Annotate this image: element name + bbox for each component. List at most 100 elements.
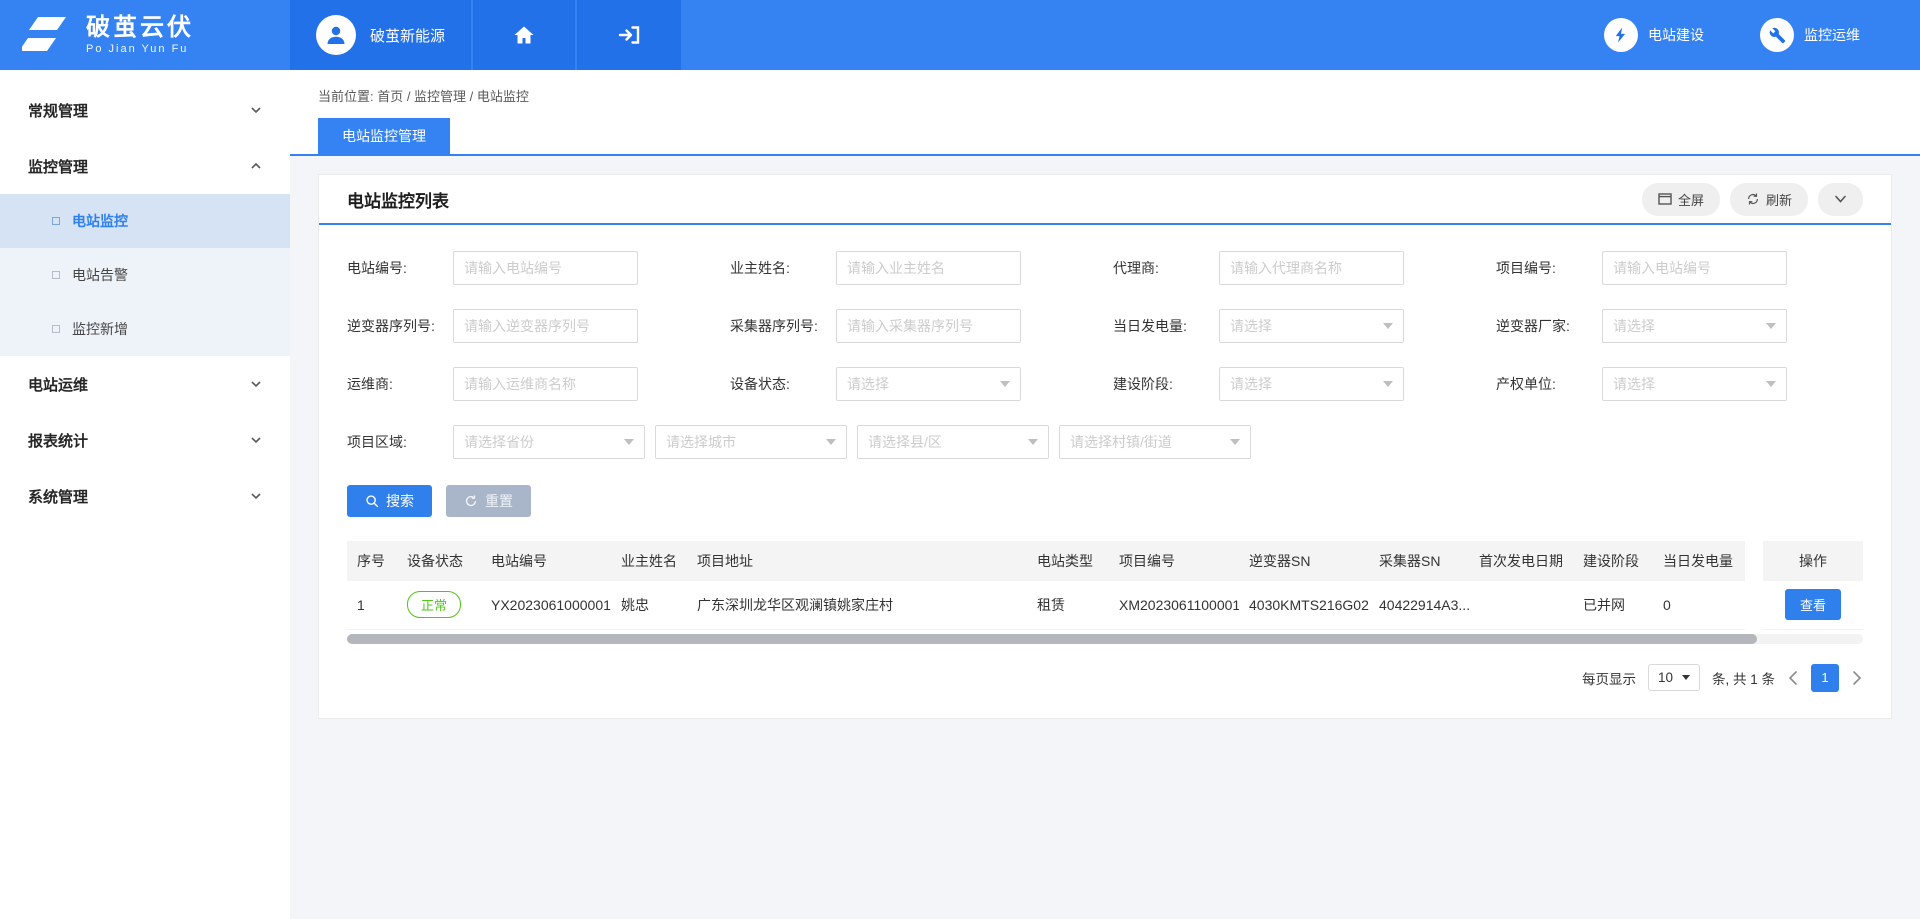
fullscreen-button[interactable]: 全屏 bbox=[1642, 183, 1720, 216]
chevron-down-icon bbox=[250, 104, 262, 116]
agent-input[interactable] bbox=[1219, 251, 1404, 285]
logo-title: 破茧云伏 bbox=[86, 15, 194, 41]
next-page-button[interactable] bbox=[1851, 670, 1863, 686]
bullet-square-icon bbox=[52, 325, 60, 333]
sidebar-item-report-stats[interactable]: 报表统计 bbox=[0, 412, 290, 468]
station-monitor-panel: 电站监控列表 全屏 刷新 bbox=[318, 174, 1892, 719]
ops-vendor-input[interactable] bbox=[453, 367, 638, 401]
build-stage-select[interactable]: 请选择 bbox=[1219, 367, 1404, 401]
cell-station-code: YX2023061000001 bbox=[481, 581, 611, 629]
breadcrumb: 当前位置: 首页 / 监控管理 / 电站监控 bbox=[318, 86, 1892, 105]
panel-header: 电站监控列表 全屏 刷新 bbox=[319, 175, 1891, 225]
nav-station-build[interactable]: 电站建设 bbox=[1604, 18, 1704, 52]
caret-down-icon bbox=[1383, 323, 1393, 329]
district-select[interactable]: 请选择县/区 bbox=[857, 425, 1049, 459]
chevron-down-icon bbox=[250, 434, 262, 446]
col-daily-power: 当日发电量 bbox=[1653, 541, 1745, 581]
view-button[interactable]: 查看 bbox=[1785, 589, 1841, 620]
chevron-left-icon bbox=[1787, 670, 1799, 686]
cell-actions: 查看 bbox=[1763, 581, 1863, 629]
home-button[interactable] bbox=[473, 0, 577, 70]
bullet-square-icon bbox=[52, 271, 60, 279]
station-code-input[interactable] bbox=[453, 251, 638, 285]
caret-down-icon bbox=[1230, 439, 1240, 445]
horizontal-scrollbar bbox=[347, 634, 1863, 644]
daily-power-select[interactable]: 请选择 bbox=[1219, 309, 1404, 343]
app-root: 破茧云伏 Po Jian Yun Fu 破茧新能源 bbox=[0, 0, 1920, 919]
sidebar-item-station-monitor[interactable]: 电站监控 bbox=[0, 194, 290, 248]
wrench-icon bbox=[1760, 18, 1794, 52]
station-table: 序号 设备状态 电站编号 业主姓名 项目地址 电站类型 项目编号 逆变器SN 采… bbox=[347, 541, 1863, 644]
user-menu[interactable]: 破茧新能源 bbox=[290, 0, 473, 70]
col-first-power-date: 首次发电日期 bbox=[1469, 541, 1573, 581]
logout-arrow-icon bbox=[617, 23, 641, 47]
sidebar-item-monitor-add[interactable]: 监控新增 bbox=[0, 302, 290, 356]
chevron-down-icon bbox=[250, 378, 262, 390]
cell-first-power-date bbox=[1469, 581, 1573, 629]
field-label: 项目区域: bbox=[347, 432, 453, 452]
property-unit-select[interactable]: 请选择 bbox=[1602, 367, 1787, 401]
page-number-button[interactable]: 1 bbox=[1811, 664, 1839, 692]
project-code-input[interactable] bbox=[1602, 251, 1787, 285]
top-bar: 破茧云伏 Po Jian Yun Fu 破茧新能源 bbox=[0, 0, 1920, 70]
field-label: 电站编号: bbox=[347, 258, 453, 278]
logo-mark-icon bbox=[22, 14, 72, 56]
home-icon bbox=[512, 23, 536, 47]
col-owner: 业主姓名 bbox=[611, 541, 687, 581]
province-select[interactable]: 请选择省份 bbox=[453, 425, 645, 459]
filter-form: 电站编号: 业主姓名: 代理商: 项目编号: 逆变器序列号: 采集器序列号: bbox=[319, 225, 1891, 459]
company-name: 破茧新能源 bbox=[370, 25, 445, 46]
sidebar: 常规管理 监控管理 电站监控 电站告警 监控新增 bbox=[0, 70, 290, 919]
field-label: 逆变器序列号: bbox=[347, 316, 453, 336]
per-page-select[interactable]: 10 bbox=[1648, 664, 1700, 691]
collapse-panel-button[interactable] bbox=[1818, 183, 1863, 216]
col-address: 项目地址 bbox=[687, 541, 1027, 581]
content-area: 电站监控列表 全屏 刷新 bbox=[290, 156, 1920, 919]
bullet-square-icon bbox=[52, 217, 60, 225]
col-station-code: 电站编号 bbox=[481, 541, 611, 581]
inverter-vendor-select[interactable]: 请选择 bbox=[1602, 309, 1787, 343]
table-row: 1 正常 YX2023061000001 姚忠 广东深圳龙华区观澜镇姚家庄村 租… bbox=[347, 581, 1863, 629]
topbar-user-section: 破茧新能源 bbox=[290, 0, 681, 70]
col-inverter-sn: 逆变器SN bbox=[1239, 541, 1369, 581]
search-icon bbox=[365, 494, 379, 508]
prev-page-button[interactable] bbox=[1787, 670, 1799, 686]
cell-stage: 已并网 bbox=[1573, 581, 1653, 629]
caret-down-icon bbox=[1682, 675, 1690, 680]
tab-station-monitor-management[interactable]: 电站监控管理 bbox=[318, 118, 450, 154]
reset-button[interactable]: 重置 bbox=[446, 485, 531, 517]
col-type: 电站类型 bbox=[1027, 541, 1109, 581]
search-button[interactable]: 搜索 bbox=[347, 485, 432, 517]
field-label: 项目编号: bbox=[1496, 258, 1602, 278]
chevron-down-icon bbox=[250, 490, 262, 502]
table-header-row: 序号 设备状态 电站编号 业主姓名 项目地址 电站类型 项目编号 逆变器SN 采… bbox=[347, 541, 1863, 581]
sidebar-item-general[interactable]: 常规管理 bbox=[0, 82, 290, 138]
chevron-up-icon bbox=[250, 160, 262, 172]
inverter-sn-input[interactable] bbox=[453, 309, 638, 343]
field-label: 当日发电量: bbox=[1113, 316, 1219, 336]
owner-name-input[interactable] bbox=[836, 251, 1021, 285]
field-label: 采集器序列号: bbox=[730, 316, 836, 336]
collector-sn-input[interactable] bbox=[836, 309, 1021, 343]
pagination: 每页显示 10 条, 共 1 条 1 bbox=[319, 644, 1891, 718]
device-status-select[interactable]: 请选择 bbox=[836, 367, 1021, 401]
logo-subtitle: Po Jian Yun Fu bbox=[86, 43, 194, 55]
scrollbar-thumb[interactable] bbox=[347, 634, 1757, 644]
sidebar-submenu-monitor: 电站监控 电站告警 监控新增 bbox=[0, 194, 290, 356]
sidebar-item-station-ops[interactable]: 电站运维 bbox=[0, 356, 290, 412]
reset-icon bbox=[464, 494, 478, 508]
street-select[interactable]: 请选择村镇/街道 bbox=[1059, 425, 1251, 459]
field-label: 运维商: bbox=[347, 374, 453, 394]
col-device-status: 设备状态 bbox=[397, 541, 481, 581]
filter-actions: 搜索 重置 bbox=[319, 459, 1891, 517]
cell-collector-sn: 40422914A3... bbox=[1369, 581, 1469, 629]
sidebar-item-station-alarm[interactable]: 电站告警 bbox=[0, 248, 290, 302]
cell-address: 广东深圳龙华区观澜镇姚家庄村 bbox=[687, 581, 1027, 629]
city-select[interactable]: 请选择城市 bbox=[655, 425, 847, 459]
sidebar-item-monitor[interactable]: 监控管理 bbox=[0, 138, 290, 194]
sidebar-item-system[interactable]: 系统管理 bbox=[0, 468, 290, 524]
main-area: 当前位置: 首页 / 监控管理 / 电站监控 电站监控管理 电站监控列表 全屏 bbox=[290, 70, 1920, 919]
logout-button[interactable] bbox=[577, 0, 681, 70]
refresh-button[interactable]: 刷新 bbox=[1730, 183, 1808, 216]
nav-monitor-ops[interactable]: 监控运维 bbox=[1760, 18, 1860, 52]
